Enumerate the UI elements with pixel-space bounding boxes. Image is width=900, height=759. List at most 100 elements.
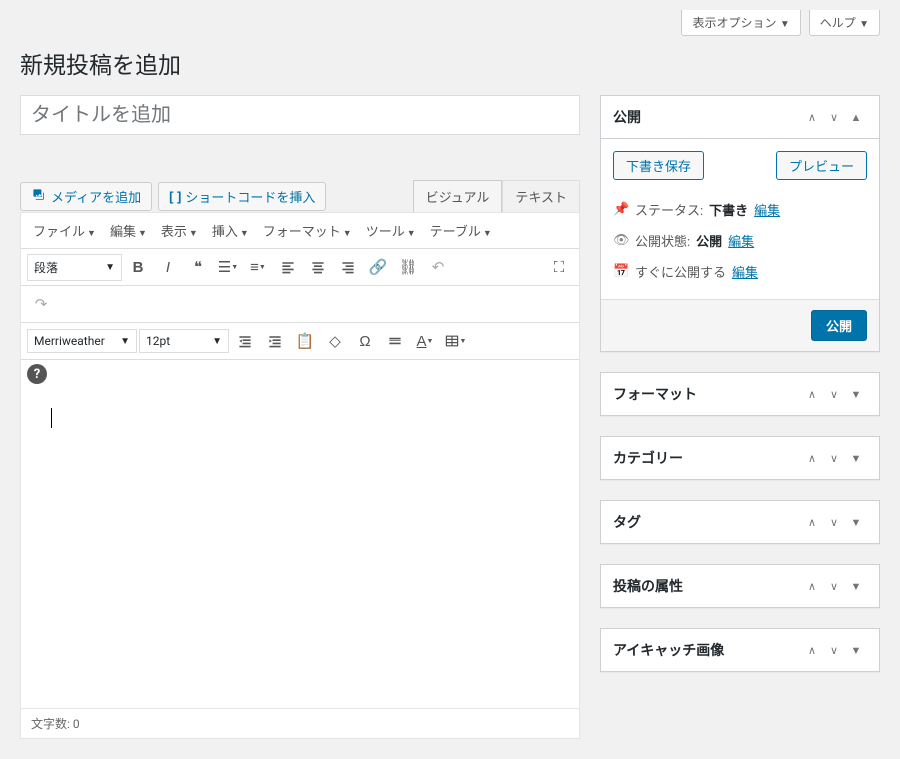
italic-button[interactable]: I (154, 253, 182, 281)
indent-button[interactable] (261, 327, 289, 355)
post-title-input[interactable] (20, 95, 580, 135)
tab-text[interactable]: テキスト (502, 180, 580, 212)
toggle-button[interactable]: ▼ (845, 639, 867, 661)
toggle-button[interactable]: ▼ (845, 447, 867, 469)
omega-icon: Ω (359, 333, 370, 350)
postbox-title-tags: タグ (613, 512, 801, 532)
clipboard-icon: 📋 (296, 332, 315, 350)
toggle-button[interactable]: ▼ (845, 575, 867, 597)
move-up-button[interactable]: ∧ (801, 447, 823, 469)
move-down-button[interactable]: ∨ (823, 511, 845, 533)
align-left-button[interactable] (274, 253, 302, 281)
format-select[interactable]: 段落▼ (27, 254, 122, 281)
statusbar: 文字数: 0 (21, 708, 579, 738)
move-up-button[interactable]: ∧ (801, 511, 823, 533)
link-button[interactable]: 🔗 (364, 253, 392, 281)
move-down-button[interactable]: ∨ (823, 575, 845, 597)
quote-icon: ❝ (194, 258, 202, 276)
move-up-button[interactable]: ∧ (801, 106, 823, 128)
clear-format-button[interactable]: ◇ (321, 327, 349, 355)
shortcode-icon: [ ] (169, 189, 181, 204)
move-down-button[interactable]: ∨ (823, 383, 845, 405)
link-icon: 🔗 (369, 258, 388, 276)
insert-shortcode-button[interactable]: [ ] ショートコードを挿入 (158, 182, 326, 211)
move-up-button[interactable]: ∧ (801, 575, 823, 597)
postbox-title-featured: アイキャッチ画像 (613, 640, 801, 660)
toggle-button[interactable]: ▼ (845, 383, 867, 405)
postbox-tags: タグ ∧ ∨ ▼ (600, 500, 880, 544)
menu-edit[interactable]: 編集▼ (104, 217, 153, 244)
toggle-button[interactable]: ▼ (845, 511, 867, 533)
postbox-publish: 公開 ∧ ∨ ▲ 下書き保存 プレビュー 📌 ステータス: 下書き 編集 👁 (600, 95, 880, 352)
edit-schedule-link[interactable]: 編集 (732, 262, 758, 281)
help-button[interactable]: ヘルプ ▼ (809, 10, 880, 36)
ul-icon: ☰ (218, 258, 231, 276)
postbox-title-categories: カテゴリー (613, 448, 801, 468)
menu-table[interactable]: テーブル▼ (424, 217, 498, 244)
menu-tools[interactable]: ツール▼ (360, 217, 422, 244)
schedule-line: 📅 すぐに公開する 編集 (613, 256, 867, 287)
move-down-button[interactable]: ∨ (823, 447, 845, 469)
redo-icon: ↷ (35, 295, 48, 313)
postbox-title-format: フォーマット (613, 384, 801, 404)
screen-options-button[interactable]: 表示オプション ▼ (681, 10, 800, 36)
toggle-button[interactable]: ▲ (845, 106, 867, 128)
editor-menubar: ファイル▼ 編集▼ 表示▼ 挿入▼ フォーマット▼ ツール▼ テーブル▼ (21, 213, 579, 249)
paste-button[interactable]: 📋 (291, 327, 319, 355)
caret-down-icon: ▼ (859, 19, 869, 30)
align-center-button[interactable] (304, 253, 332, 281)
text-cursor (51, 408, 52, 428)
status-line: 📌 ステータス: 下書き 編集 (613, 194, 867, 225)
text-color-button[interactable]: A▼ (411, 327, 439, 355)
move-up-button[interactable]: ∧ (801, 639, 823, 661)
postbox-categories: カテゴリー ∧ ∨ ▼ (600, 436, 880, 480)
fullscreen-button[interactable]: ⛶ (545, 253, 573, 281)
tab-visual[interactable]: ビジュアル (413, 180, 503, 212)
help-icon[interactable]: ? (27, 364, 47, 384)
bullet-list-button[interactable]: ☰▼ (214, 253, 242, 281)
number-list-button[interactable]: ≡▼ (244, 253, 272, 281)
unlink-button[interactable]: ⛓ (394, 253, 422, 281)
add-media-button[interactable]: メディアを追加 (20, 182, 152, 211)
media-icon (31, 187, 47, 206)
menu-format[interactable]: フォーマット▼ (257, 217, 358, 244)
postbox-title-publish: 公開 (613, 107, 801, 127)
preview-button[interactable]: プレビュー (776, 151, 867, 180)
redo-button[interactable]: ↷ (27, 290, 55, 318)
page-title: 新規投稿を追加 (20, 46, 880, 80)
menu-insert[interactable]: 挿入▼ (206, 217, 255, 244)
table-button[interactable]: ▼ (441, 327, 469, 355)
caret-down-icon: ▼ (780, 19, 790, 30)
postbox-attributes: 投稿の属性 ∧ ∨ ▼ (600, 564, 880, 608)
edit-status-link[interactable]: 編集 (754, 200, 780, 219)
bold-button[interactable]: B (124, 253, 152, 281)
eye-icon: 👁 (613, 233, 629, 248)
fullscreen-icon: ⛶ (554, 259, 565, 276)
save-draft-button[interactable]: 下書き保存 (613, 151, 704, 180)
pin-icon: 📌 (613, 202, 629, 217)
editor-content[interactable] (21, 388, 579, 708)
special-char-button[interactable]: Ω (351, 327, 379, 355)
undo-button[interactable]: ↶ (424, 253, 452, 281)
calendar-icon: 📅 (613, 264, 629, 279)
font-family-select[interactable]: Merriweather▼ (27, 329, 137, 353)
postbox-format: フォーマット ∧ ∨ ▼ (600, 372, 880, 416)
publish-button[interactable]: 公開 (811, 310, 867, 341)
postbox-featured-image: アイキャッチ画像 ∧ ∨ ▼ (600, 628, 880, 672)
menu-view[interactable]: 表示▼ (155, 217, 204, 244)
menu-file[interactable]: ファイル▼ (27, 217, 102, 244)
move-down-button[interactable]: ∨ (823, 639, 845, 661)
unlink-icon: ⛓ (398, 258, 417, 276)
outdent-button[interactable] (231, 327, 259, 355)
eraser-icon: ◇ (329, 332, 341, 350)
align-right-button[interactable] (334, 253, 362, 281)
visibility-line: 👁 公開状態: 公開 編集 (613, 225, 867, 256)
blockquote-button[interactable]: ❝ (184, 253, 212, 281)
postbox-title-attributes: 投稿の属性 (613, 576, 801, 596)
undo-icon: ↶ (432, 258, 445, 276)
move-up-button[interactable]: ∧ (801, 383, 823, 405)
font-size-select[interactable]: 12pt▼ (139, 329, 229, 353)
readmore-button[interactable] (381, 327, 409, 355)
edit-visibility-link[interactable]: 編集 (728, 231, 754, 250)
move-down-button[interactable]: ∨ (823, 106, 845, 128)
